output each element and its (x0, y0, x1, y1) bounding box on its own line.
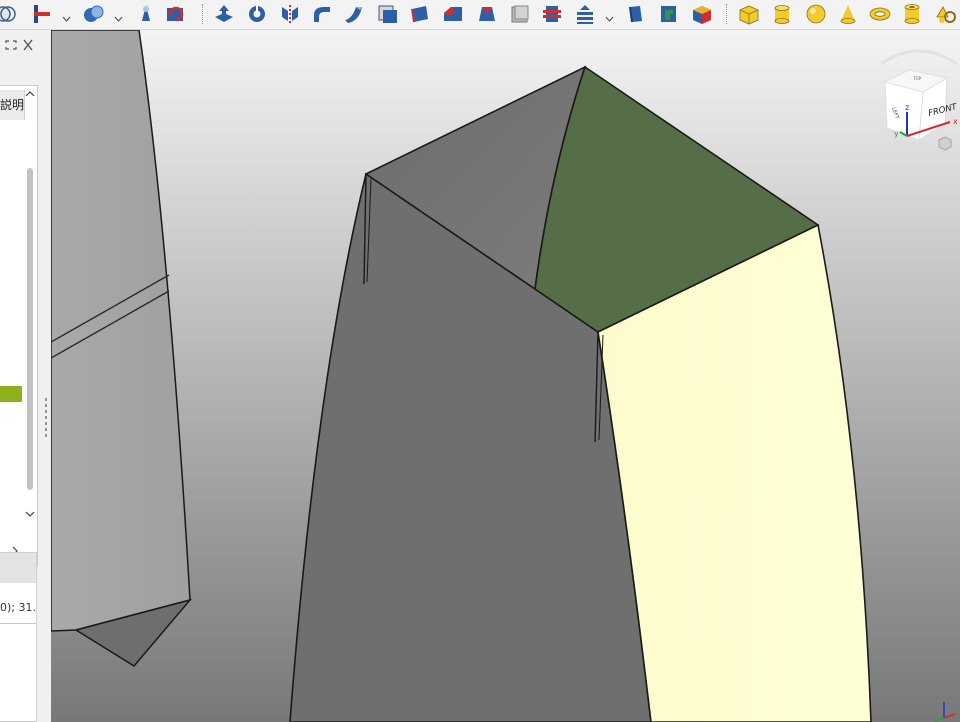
fillet-icon[interactable] (310, 3, 334, 25)
chevron-up-icon[interactable] (25, 90, 35, 98)
refine-shape-icon[interactable] (164, 3, 188, 25)
face-icon[interactable] (508, 3, 532, 25)
freecad-window: 説明 0); 31... (0, 0, 960, 722)
sphere-icon[interactable] (804, 3, 828, 25)
float-panel-icon[interactable] (4, 39, 18, 51)
torus-icon[interactable] (868, 3, 892, 25)
section-icon[interactable] (540, 3, 564, 25)
navcube-top-label: TOP (912, 76, 922, 81)
selection-highlight (0, 386, 22, 402)
compound-icon[interactable] (690, 3, 714, 25)
chevron-down-icon[interactable] (605, 14, 614, 23)
splitter-handle[interactable] (44, 398, 48, 438)
boolean-icon[interactable] (82, 3, 106, 25)
offset-icon[interactable] (376, 3, 400, 25)
toolbar-separator (726, 4, 728, 24)
box-icon[interactable] (737, 3, 761, 25)
toolbar-separator (202, 4, 204, 24)
part-design-body-icon[interactable] (0, 3, 18, 25)
revolve-icon[interactable] (245, 3, 269, 25)
scrollbar-thumb[interactable] (27, 168, 33, 490)
thickness-icon[interactable] (408, 3, 432, 25)
clone-icon[interactable] (134, 3, 158, 25)
chevron-down-icon[interactable] (25, 510, 35, 518)
report-line: 0); 31... (0, 601, 36, 614)
draft-icon[interactable] (474, 3, 498, 25)
sketch-attachment-icon[interactable] (30, 3, 54, 25)
3d-viewport[interactable]: FRONT LEFT TOP z y x (51, 30, 960, 722)
rotate-arrow-icon (880, 49, 958, 66)
cylinder-icon[interactable] (770, 3, 794, 25)
chamfer-icon[interactable] (441, 3, 465, 25)
close-icon[interactable] (21, 39, 35, 51)
view-menu-icon (938, 136, 952, 151)
mirror-icon[interactable] (278, 3, 302, 25)
extrude-icon[interactable] (212, 3, 236, 25)
axis-z-label: z (905, 103, 909, 112)
report-view: 0); 31... (0, 552, 37, 722)
toolbar (0, 0, 960, 30)
divider (0, 623, 36, 624)
cross-sections-icon[interactable] (573, 3, 597, 25)
primitives-icon[interactable] (934, 3, 958, 25)
chevron-down-icon[interactable] (62, 14, 71, 23)
column-header-description[interactable]: 説明 (0, 90, 25, 120)
combo-view-panel: 説明 0); 31... (0, 30, 51, 722)
ruled-surface-icon[interactable] (657, 3, 681, 25)
3d-scene[interactable] (51, 30, 960, 722)
loft-icon[interactable] (624, 3, 648, 25)
sweep-icon[interactable] (342, 3, 366, 25)
vertical-scrollbar[interactable] (24, 88, 36, 548)
axis-cross-icon (934, 702, 956, 722)
cone-icon[interactable] (836, 3, 860, 25)
tube-icon[interactable] (900, 3, 924, 25)
chevron-down-icon[interactable] (114, 14, 123, 23)
axis-y-label: y (894, 129, 899, 138)
report-view-header (0, 553, 36, 583)
property-view: 説明 (0, 85, 38, 567)
navigation-cube[interactable]: FRONT LEFT TOP z y x (879, 36, 960, 156)
axis-x-label: x (953, 117, 958, 126)
